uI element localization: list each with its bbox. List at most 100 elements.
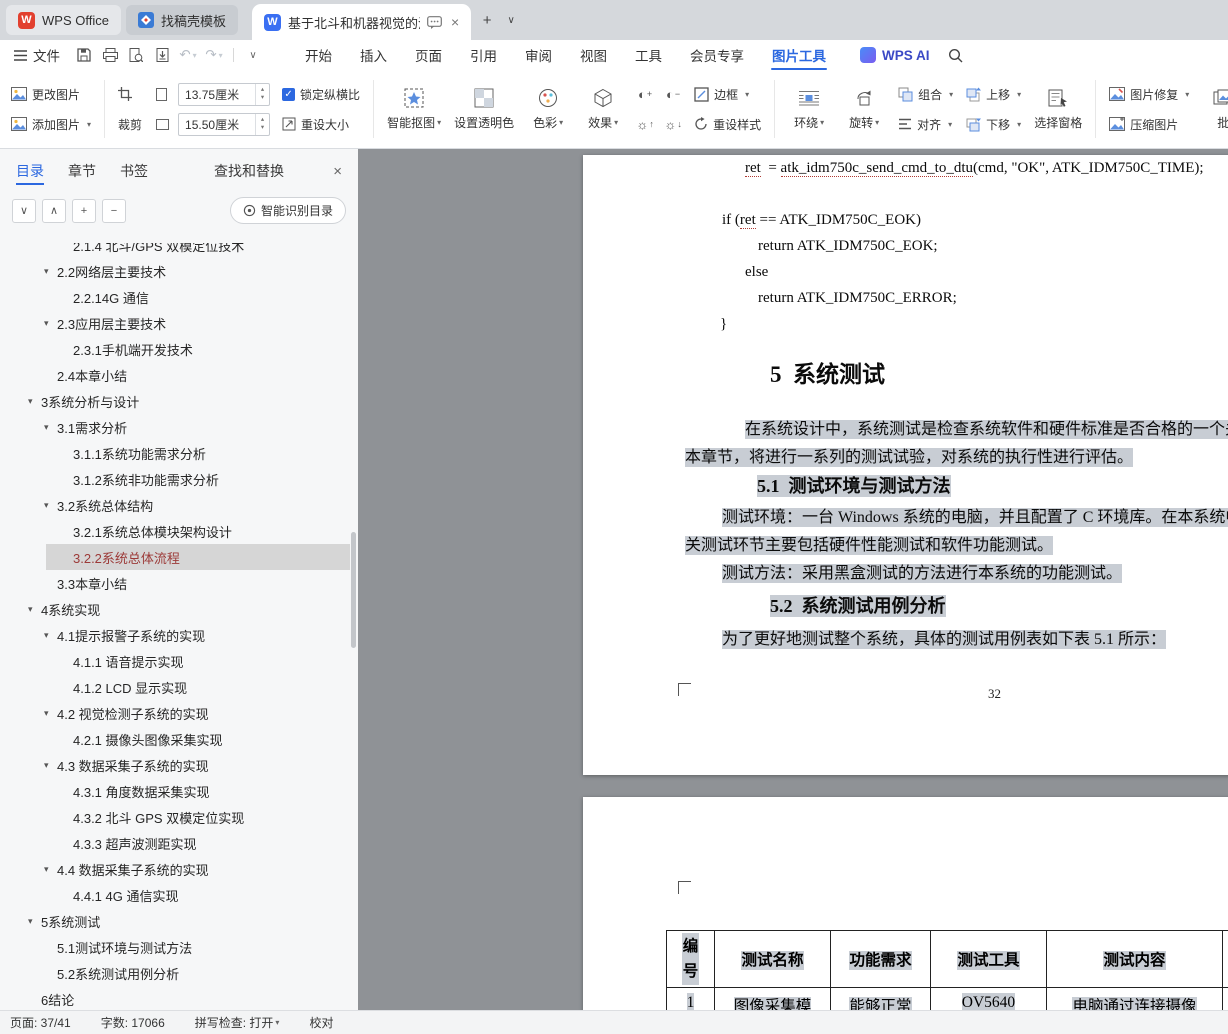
table-header-cell[interactable]: 编号 (666, 930, 715, 988)
picture-border-button[interactable]: 边框 ▾ (689, 81, 766, 107)
smart-recognize-toc-button[interactable]: 智能识别目录 (229, 197, 346, 224)
table-header-cell[interactable]: 功能需求 (830, 930, 931, 988)
menu-item-1[interactable]: 插入 (346, 40, 401, 70)
menu-item-5[interactable]: 视图 (566, 40, 621, 70)
code-line[interactable]: return ATK_IDM750C_EOK; (758, 238, 938, 255)
set-transparent-button[interactable]: 设置透明色 (449, 76, 519, 142)
sidebar-tab-0[interactable]: 目录 (16, 149, 44, 193)
code-line[interactable]: else (745, 264, 768, 281)
toc-item[interactable]: ▾ 4.2 视觉检测子系统的实现 (0, 700, 350, 726)
toc-item[interactable]: ▾ 3系统分析与设计 (0, 388, 350, 414)
toc-item[interactable]: 2.1.4 北斗/GPS 双模定位技术 (0, 243, 350, 258)
toc-item[interactable]: 2.4本章小结 (0, 362, 350, 388)
color-button[interactable]: 色彩 ▾ (522, 76, 574, 142)
table-cell[interactable]: 1 (666, 987, 715, 1010)
toc-collapse-arrow-icon[interactable]: ▾ (44, 760, 49, 771)
toc-collapse-arrow-icon[interactable]: ▾ (28, 604, 33, 615)
close-tab-icon[interactable]: × (451, 14, 459, 30)
fill-mode-button[interactable] (151, 111, 174, 137)
print-preview-button[interactable] (124, 43, 148, 67)
toc-item[interactable]: 4.1.1 语音提示实现 (0, 648, 350, 674)
page-indicator[interactable]: 页面: 37/41 (10, 1014, 71, 1031)
toc-item[interactable]: ▾ 4.3 数据采集子系统的实现 (0, 752, 350, 778)
toc-collapse-arrow-icon[interactable]: ▾ (44, 630, 49, 641)
toc-item[interactable]: 4.2.1 摄像头图像采集实现 (0, 726, 350, 752)
table-cell[interactable]: 图像采集模 (714, 987, 831, 1010)
brightness-down-icon[interactable]: ☼ ↓ (660, 110, 686, 138)
menu-item-0[interactable]: 开始 (291, 40, 346, 70)
menu-item-7[interactable]: 会员专享 (676, 40, 758, 70)
document-page-1[interactable]: ret = atk_idm750c_send_cmd_to_dtu(cmd, "… (583, 155, 1228, 775)
add-picture-button[interactable]: 添加图片 ▾ (6, 111, 96, 137)
toc-item[interactable]: ▾ 3.1需求分析 (0, 414, 350, 440)
toc-item[interactable]: 6结论 (0, 986, 350, 1010)
stretch-mode-button[interactable] (151, 81, 174, 107)
toc-item[interactable]: 3.1.2系统非功能需求分析 (0, 466, 350, 492)
bring-forward-button[interactable]: 上移 ▾ (961, 81, 1026, 107)
sidebar-tab-3[interactable]: 查找和替换 (214, 149, 284, 193)
change-picture-button[interactable]: 更改图片 (6, 81, 96, 107)
contrast-down-icon[interactable]: ◐ − (660, 80, 686, 108)
table-cell[interactable]: 电脑通过连接摄像 (1046, 987, 1223, 1010)
menu-item-4[interactable]: 审阅 (511, 40, 566, 70)
toc-item[interactable]: 3.1.1系统功能需求分析 (0, 440, 350, 466)
word-count[interactable]: 字数: 17066 (101, 1014, 165, 1031)
toc-item[interactable]: ▾ 5系统测试 (0, 908, 350, 934)
new-tab-button[interactable]: + (475, 8, 499, 32)
reset-size-button[interactable]: 重设大小 (277, 111, 365, 137)
toc-item[interactable]: 4.3.3 超声波测距实现 (0, 830, 350, 856)
toc-collapse-arrow-icon[interactable]: ▾ (28, 916, 33, 927)
compress-picture-button[interactable]: 压缩图片 (1104, 111, 1194, 137)
size-input-2[interactable]: 15.50厘米 ▴ ▾ (178, 112, 271, 136)
effects-button[interactable]: 效果 ▾ (577, 76, 629, 142)
toc-item[interactable]: 4.3.2 北斗 GPS 双模定位实现 (0, 804, 350, 830)
toc-collapse-arrow-icon[interactable]: ▾ (44, 422, 49, 433)
align-button[interactable]: 对齐 ▾ (893, 111, 958, 137)
toc-item[interactable]: ▾ 2.3应用层主要技术 (0, 310, 350, 336)
toc-item[interactable]: ▾ 3.2系统总体结构 (0, 492, 350, 518)
collapse-level-button[interactable]: − (102, 198, 126, 223)
picture-repair-button[interactable]: 图片修复 ▾ (1104, 81, 1194, 107)
toc-item[interactable]: 2.3.1手机端开发技术 (0, 336, 350, 362)
paragraph-line[interactable]: 本章节，将进行一系列的测试试验，对系统的执行性进行评估。 (685, 443, 1134, 467)
paragraph-line[interactable]: 测试方法：采用黑盒测试的方法进行本系统的功能测试。 (722, 559, 1123, 583)
toc-item[interactable]: 3.3本章小结 (0, 570, 350, 596)
batch-process-button[interactable]: 批 (1197, 76, 1228, 142)
brightness-up-icon[interactable]: ☼ ↑ (632, 110, 658, 138)
crop-label-button[interactable]: 裁剪 (113, 111, 147, 137)
table-header-cell[interactable] (1222, 930, 1228, 988)
wps-ai-button[interactable]: WPS AI (860, 47, 930, 63)
spellcheck-status[interactable]: 拼写检查: 打开 ▾ (195, 1014, 280, 1031)
text-wrap-button[interactable]: 环绕 ▾ (783, 76, 835, 142)
print-button[interactable] (98, 43, 122, 67)
document-canvas[interactable]: ret = atk_idm750c_send_cmd_to_dtu(cmd, "… (358, 149, 1228, 1010)
table-header-cell[interactable]: 测试工具 (930, 930, 1047, 988)
menu-item-8-active[interactable]: 图片工具 (758, 40, 840, 70)
paragraph-line[interactable]: 测试环境：一台 Windows 系统的电脑，并且配置了 C 环境库。在本系统中 (722, 503, 1228, 527)
toc-collapse-arrow-icon[interactable]: ▾ (44, 266, 49, 277)
contrast-up-icon[interactable]: ◐ + (632, 80, 658, 108)
toc-item[interactable]: 5.1测试环境与测试方法 (0, 934, 350, 960)
test-case-table[interactable]: 编号 测试名称 功能需求 测试工具 测试内容 1 图像采集模 能够正常 OV5640 电脑通过连接… (666, 930, 1228, 1010)
toc-collapse-arrow-icon[interactable]: ▾ (44, 864, 49, 875)
toc-item[interactable]: ▾ 2.2网络层主要技术 (0, 258, 350, 284)
document-page-2[interactable]: 编号 测试名称 功能需求 测试工具 测试内容 1 图像采集模 能够正常 OV5640 电脑通过连接… (583, 797, 1228, 1010)
toc-item[interactable]: 4.1.2 LCD 显示实现 (0, 674, 350, 700)
toc-collapse-arrow-icon[interactable]: ▾ (44, 318, 49, 329)
redo-button[interactable]: ↷ ▾ (202, 43, 226, 67)
table-cell[interactable] (1222, 987, 1228, 1010)
file-menu-button[interactable]: 文件 (0, 40, 72, 70)
heading-chapter-5[interactable]: 5 系统测试 (770, 355, 885, 389)
heading-5-1[interactable]: 5.1 测试环境与测试方法 (757, 472, 951, 498)
tab-document-active[interactable]: W 基于北斗和机器视觉的汽车内 × (251, 4, 472, 40)
table-header-cell[interactable]: 测试内容 (1046, 930, 1223, 988)
stepper[interactable]: ▴ ▾ (255, 83, 269, 105)
toc-item[interactable]: 4.3.1 角度数据采集实现 (0, 778, 350, 804)
code-line[interactable]: if (ret == ATK_IDM750C_EOK) (722, 212, 921, 229)
sidebar-tab-1[interactable]: 章节 (68, 149, 96, 193)
proofread-button[interactable]: 校对 (309, 1014, 333, 1031)
menu-item-2[interactable]: 页面 (401, 40, 456, 70)
tab-list-chevron-icon[interactable]: ∨ (499, 8, 523, 32)
paragraph-line[interactable]: 在系统设计中，系统测试是检查系统软件和硬件标准是否合格的一个关键 (745, 415, 1228, 439)
selection-pane-button[interactable]: 选择窗格 (1029, 76, 1087, 142)
